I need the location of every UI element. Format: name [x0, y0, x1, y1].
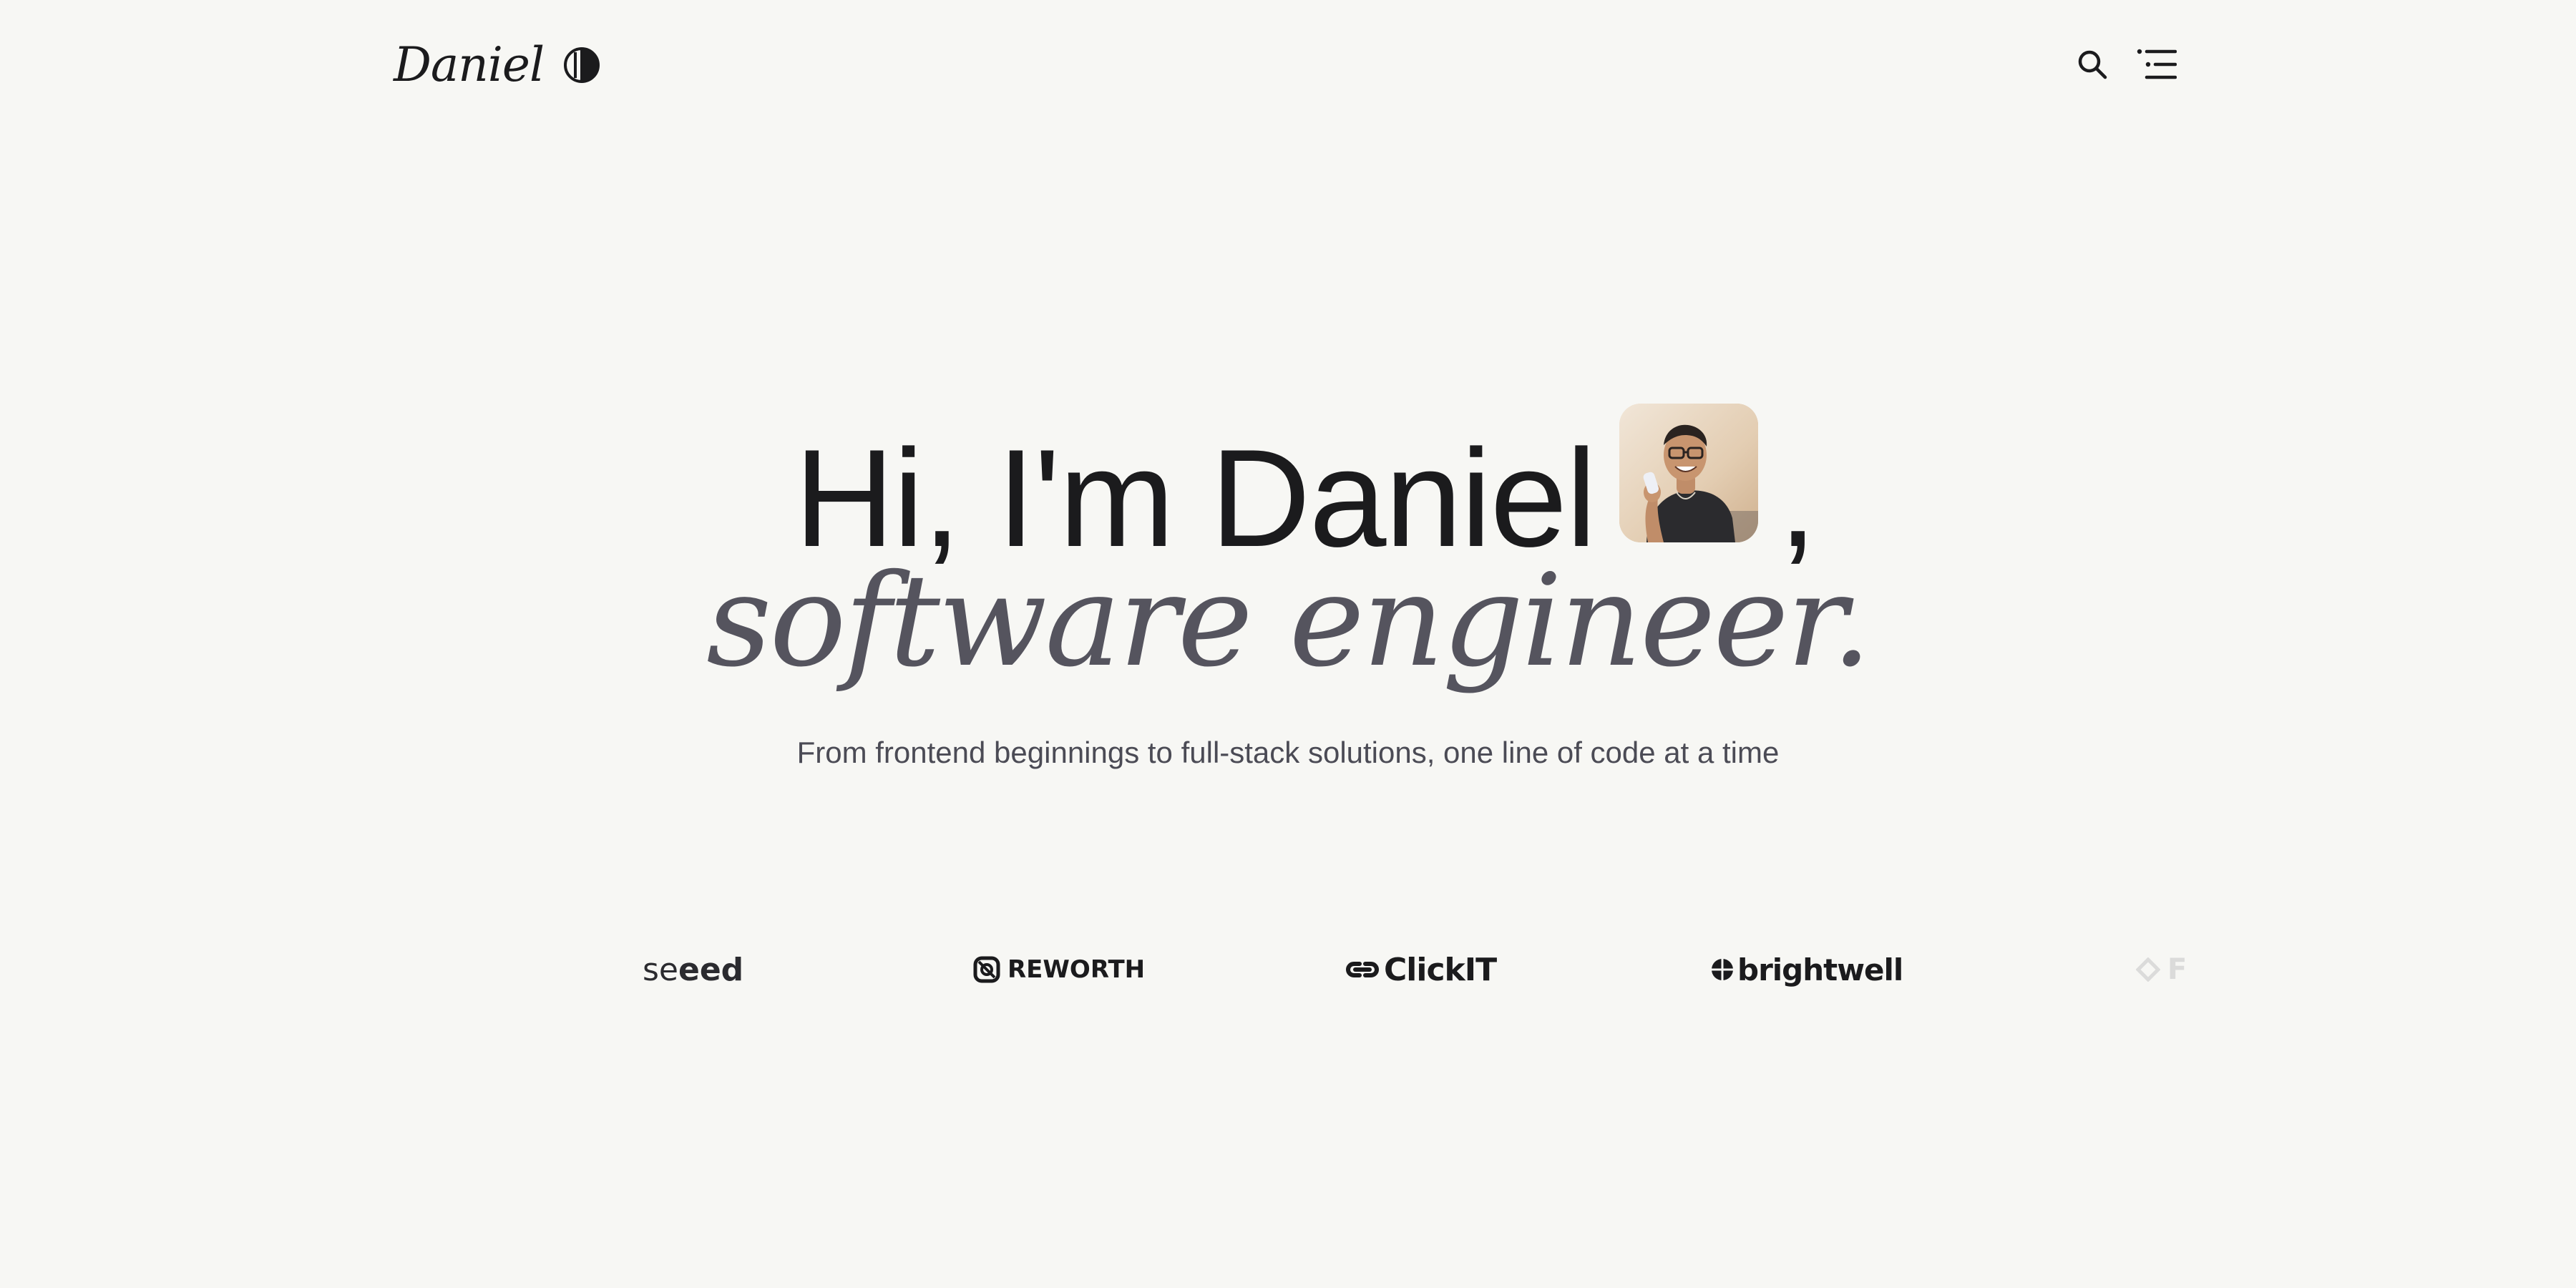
reworth-mark-icon — [973, 956, 1000, 983]
brand-name[interactable]: Daniel — [394, 37, 545, 92]
half-circle-toggle-icon[interactable] — [562, 46, 601, 84]
logo-faded[interactable]: F — [2136, 945, 2187, 995]
avatar-photo — [1619, 404, 1759, 542]
logo-seeed-light: se — [643, 951, 678, 988]
menu-icon[interactable] — [2137, 47, 2177, 82]
logo-clickit-text: ClickIT — [1384, 951, 1497, 988]
clickit-link-icon — [1346, 962, 1379, 977]
brand[interactable]: Daniel — [394, 37, 601, 92]
site-header: Daniel — [0, 0, 2576, 136]
logo-seeed-bold: eed — [678, 951, 744, 988]
hero-role: software engineer. — [706, 547, 1872, 695]
logo-brightwell-text: brightwell — [1737, 952, 1903, 987]
hero-subtitle: From frontend beginnings to full-stack s… — [796, 736, 1780, 769]
logo-reworth-text: REWORTH — [1008, 955, 1146, 984]
logo-clickit[interactable]: ClickIT — [1344, 945, 1497, 995]
search-icon[interactable] — [2075, 47, 2109, 82]
logo-reworth[interactable]: REWORTH — [973, 945, 1145, 995]
faded-logo-mark-icon — [2136, 957, 2160, 982]
brightwell-mark-icon — [1712, 959, 1733, 980]
client-logos: se eed REWORTH ClickIT brightwell F — [0, 945, 2576, 995]
logo-brightwell[interactable]: brightwell — [1710, 945, 1903, 995]
avatar — [1619, 404, 1759, 542]
logo-seeed[interactable]: se eed — [643, 945, 743, 995]
logo-faded-text: F — [2167, 953, 2187, 986]
nav-actions — [2075, 47, 2177, 82]
